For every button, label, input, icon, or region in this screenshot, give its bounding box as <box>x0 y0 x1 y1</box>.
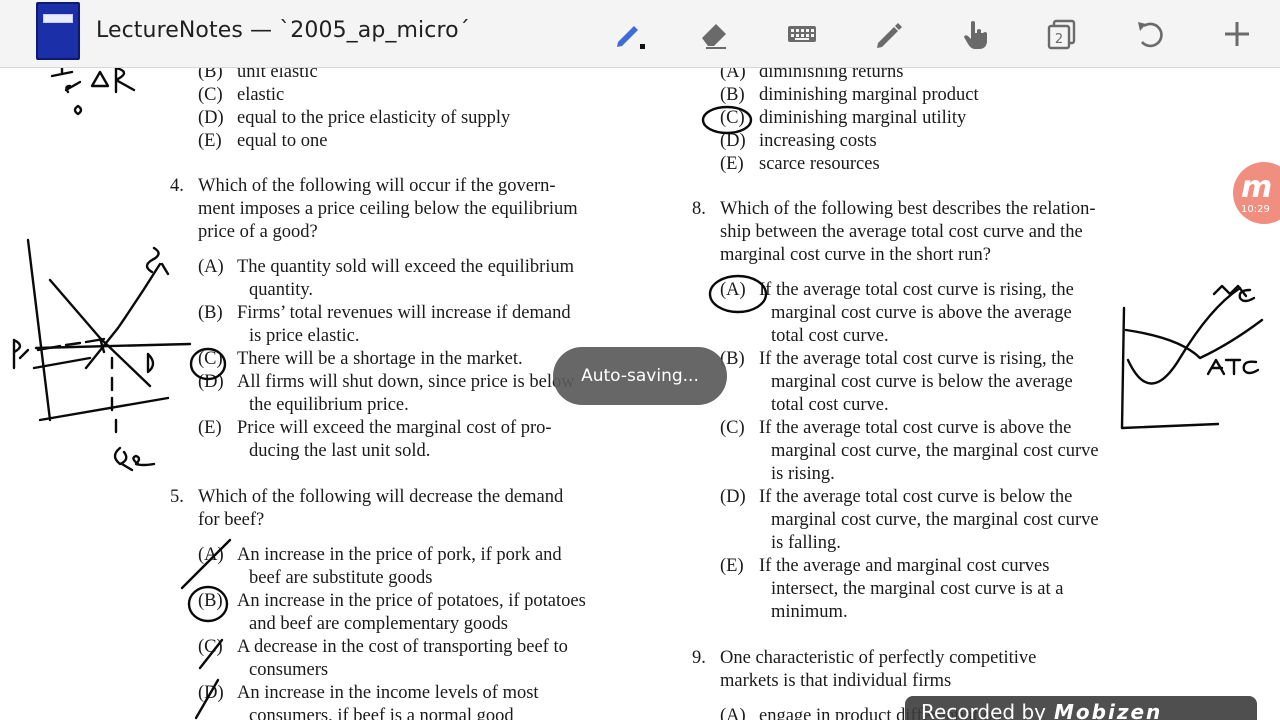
option-a: (A) The quantity sold will exceed the equ… <box>198 257 575 300</box>
option-c: (C) If the average total cost curve is ab… <box>720 418 1099 484</box>
recorder-logo-icon: m <box>1241 170 1273 205</box>
watermark-brand: Mobizen <box>1054 700 1163 720</box>
quantity-label-qe <box>113 446 156 472</box>
plus-icon <box>1225 22 1249 46</box>
pages-icon: 2 <box>1047 19 1076 50</box>
supply-demand-sketch <box>12 238 192 472</box>
option-b: (B) If the average total cost curve is ri… <box>720 349 1074 415</box>
supply-curve <box>84 262 162 370</box>
question-5: 5. Which of the following will decrease … <box>170 486 630 720</box>
option-b: (B) Firms’ total revenues will increase i… <box>198 303 571 346</box>
hand-pointer-icon <box>964 21 987 49</box>
eraser-icon <box>702 24 726 49</box>
page-count-button[interactable]: 2 <box>1040 12 1084 56</box>
question-7-tail: (A) diminishing returns (B) diminishing ma… <box>692 68 1162 176</box>
undo-button[interactable] <box>1128 12 1172 56</box>
percent-delta-p-note <box>50 68 136 116</box>
hand-tool-button[interactable] <box>954 12 998 56</box>
question-4: 4. Which of the following will occur if … <box>170 175 630 463</box>
keyboard-tool-button[interactable] <box>780 12 824 56</box>
pencil-icon <box>877 23 902 48</box>
eraser-tool-button[interactable] <box>692 12 736 56</box>
question-stem: Which of the following will occur if the… <box>198 176 578 242</box>
option-e: (E) Price will exceed the marginal cost o… <box>198 418 552 461</box>
option-d: (D) If the average total cost curve is be… <box>720 487 1099 553</box>
option: (B) diminishing marginal product <box>720 85 979 105</box>
question-stem: Which of the following best describes th… <box>720 199 1096 265</box>
demand-curve <box>48 278 152 388</box>
keyboard-icon <box>788 26 816 42</box>
add-page-button[interactable] <box>1215 12 1259 56</box>
document-title: LectureNotes — `2005_ap_micro´ <box>96 18 470 43</box>
option-c: (C) A decrease in the cost of transportin… <box>198 637 568 680</box>
recording-time: 10:29 <box>1241 204 1270 215</box>
undo-icon <box>1138 22 1163 48</box>
option-a: (A) An increase in the price of pork, if … <box>198 545 562 588</box>
option: (D) equal to the price elasticity of supp… <box>198 108 511 128</box>
recording-watermark: Recorded by Mobizen <box>905 696 1257 720</box>
option: (B) unit elastic <box>198 68 318 82</box>
pen-tool-button[interactable] <box>606 12 650 56</box>
demand-label-d <box>146 352 155 374</box>
mc-label <box>1212 284 1248 298</box>
question-stem: One characteristic of perfectly competit… <box>720 648 1037 691</box>
auto-saving-toast: Auto-saving... <box>553 347 727 405</box>
option-d: (D) An increase in the income levels of m… <box>198 683 539 720</box>
pencil-tool-button[interactable] <box>866 12 910 56</box>
right-column: (A) diminishing returns (B) diminishing ma… <box>692 68 1162 720</box>
option: (D) increasing costs <box>720 131 877 151</box>
option: (E) scarce resources <box>720 154 880 174</box>
option: (C) diminishing marginal utility <box>720 108 967 128</box>
atc-label <box>1206 358 1260 376</box>
option-b: (B) An increase in the price of potatoes,… <box>198 591 586 634</box>
question-number: 4. <box>170 176 184 196</box>
app-toolbar: LectureNotes — `2005_ap_micro´ 2 <box>0 0 1280 68</box>
option-a: (A) If the average total cost curve is ri… <box>720 280 1074 346</box>
supply-label-s <box>145 246 170 276</box>
page-count-value: 2 <box>1055 32 1063 47</box>
option: (C) elastic <box>198 85 285 105</box>
price-label <box>12 338 30 370</box>
question-8: 8. Which of the following best describes… <box>692 198 1162 624</box>
price-ceiling-line <box>32 356 92 370</box>
pen-icon <box>617 26 645 49</box>
option-e: (E) If the average and marginal cost curv… <box>720 556 1064 622</box>
question-3-tail: (B) unit elastic (C) elastic (D) equal to t… <box>170 68 630 153</box>
question-stem: Which of the following will decrease the… <box>198 487 564 530</box>
price-dashes <box>36 337 106 352</box>
notebook-app-icon[interactable] <box>36 2 80 60</box>
screen-recorder-badge[interactable]: m 10:29 <box>1233 162 1280 224</box>
option: (E) equal to one <box>198 131 328 151</box>
option: (A) diminishing returns <box>720 68 904 82</box>
